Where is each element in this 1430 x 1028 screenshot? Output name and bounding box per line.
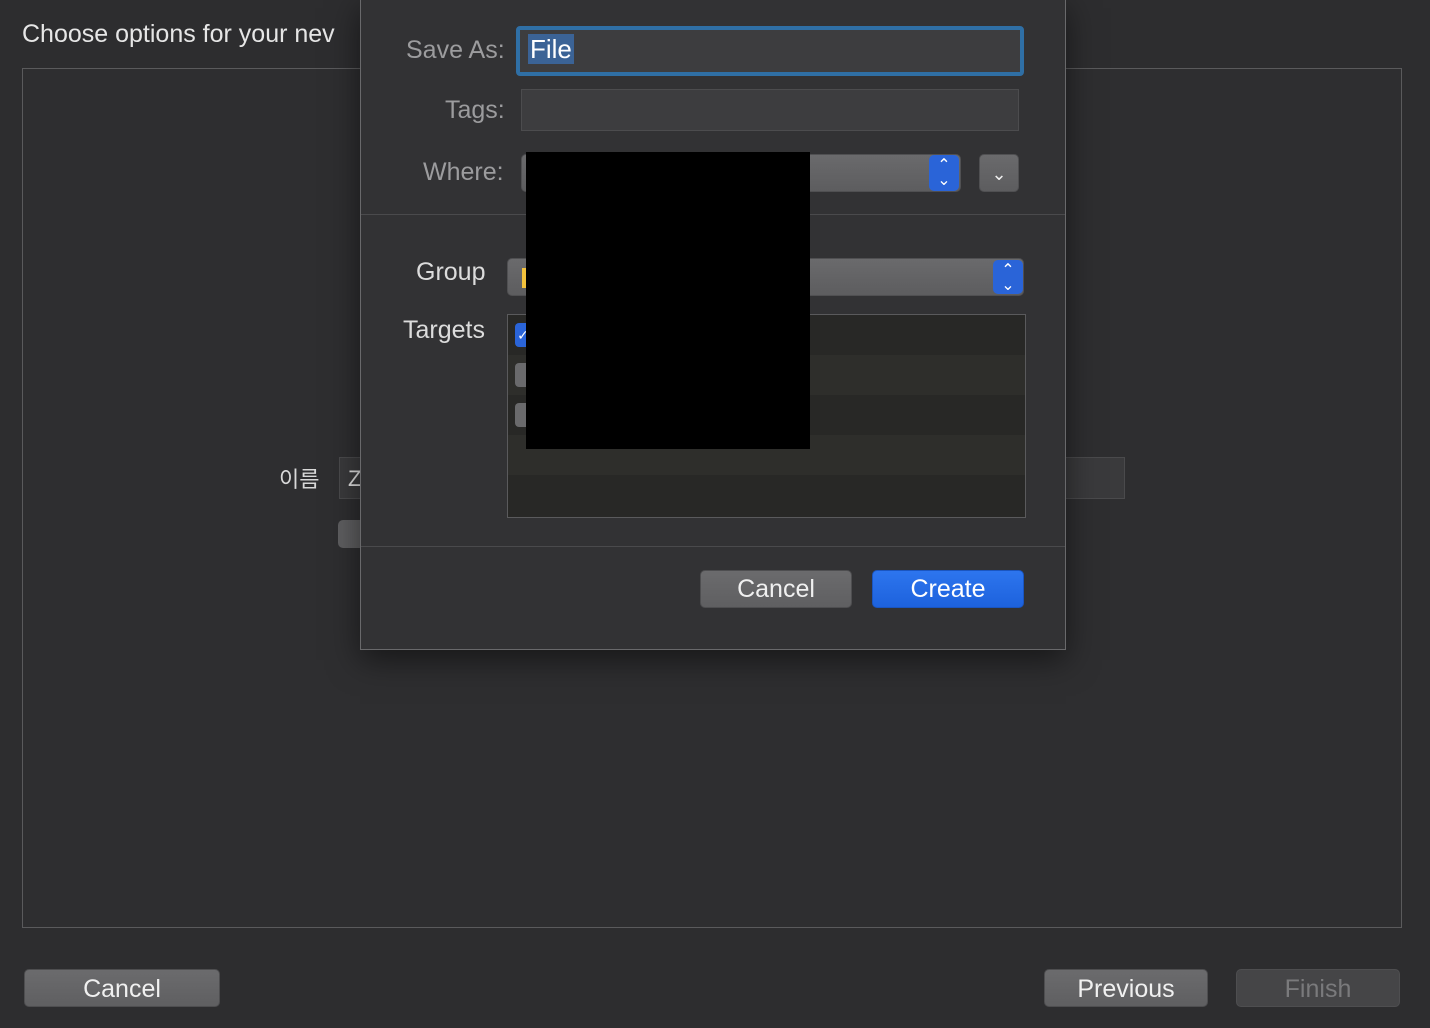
up-down-chevron-icon[interactable]: ⌃ ⌄ [929, 155, 959, 191]
targets-label: Targets [403, 316, 485, 344]
where-label: Where: [423, 158, 504, 186]
tags-field[interactable] [521, 89, 1019, 131]
wizard-title: Choose options for your nev [22, 20, 335, 48]
wizard-cancel-button[interactable]: Cancel [24, 969, 220, 1007]
divider [361, 546, 1065, 547]
save-as-value: File [528, 34, 574, 64]
cancel-button[interactable]: Cancel [700, 570, 852, 608]
target-row-empty [508, 475, 1025, 515]
create-button[interactable]: Create [872, 570, 1024, 608]
group-label: Group [416, 258, 486, 286]
chevron-down-icon[interactable]: ⌄ [979, 154, 1019, 192]
up-down-chevron-icon[interactable]: ⌃ ⌄ [993, 260, 1023, 294]
previous-button[interactable]: Previous [1044, 969, 1208, 1007]
save-as-field[interactable]: File [516, 26, 1024, 76]
name-label: 이름 [279, 467, 320, 492]
finish-button: Finish [1236, 969, 1400, 1007]
redacted-region [526, 152, 810, 449]
tags-label: Tags: [445, 96, 505, 124]
save-as-label: Save As: [406, 36, 505, 64]
